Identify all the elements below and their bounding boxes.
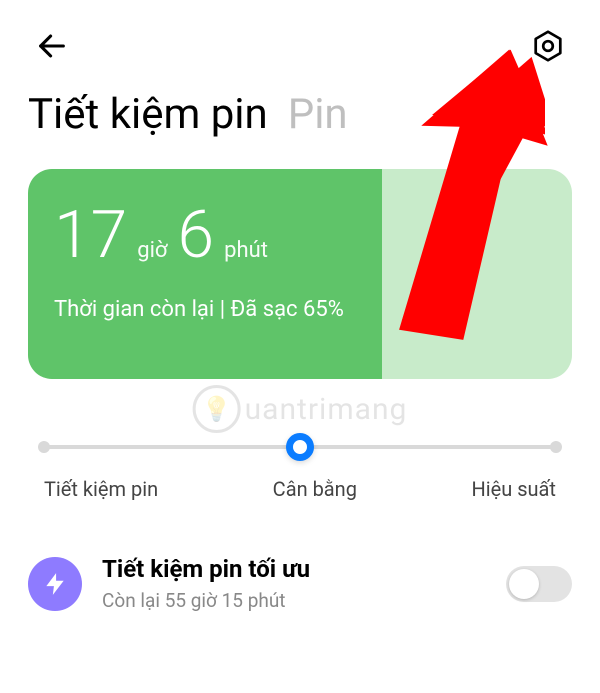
mode-slider[interactable] (44, 433, 556, 461)
optimal-saver-row[interactable]: Tiết kiệm pin tối ưu Còn lại 55 giờ 15 p… (28, 555, 572, 612)
battery-card-fill: 17 giờ 6 phút Thời gian còn lại | Đã sạc… (28, 169, 382, 379)
tab-bar: Tiết kiệm pin Pin (0, 80, 600, 159)
slider-label-balanced: Cân bằng (273, 477, 357, 501)
settings-button[interactable] (524, 22, 572, 70)
battery-status: Thời gian còn lại | Đã sạc 65% (54, 297, 356, 322)
tab-battery-saver[interactable]: Tiết kiệm pin (28, 90, 268, 139)
slider-stop-0 (38, 441, 50, 453)
tab-battery[interactable]: Pin (288, 90, 348, 139)
optimal-title: Tiết kiệm pin tối ưu (102, 555, 486, 583)
hours-unit: giờ (137, 238, 167, 263)
slider-label-saver: Tiết kiệm pin (44, 477, 158, 501)
slider-stop-2 (550, 441, 562, 453)
hours-value: 17 (54, 203, 127, 269)
watermark: 💡 uantrimang (193, 385, 408, 433)
minutes-unit: phút (224, 238, 268, 263)
minutes-value: 6 (178, 203, 215, 269)
back-button[interactable] (28, 22, 76, 70)
bolt-icon (28, 557, 82, 611)
toggle-knob (509, 569, 539, 599)
battery-card[interactable]: 17 giờ 6 phút Thời gian còn lại | Đã sạc… (28, 169, 572, 379)
back-arrow-icon (35, 29, 69, 63)
slider-label-performance: Hiệu suất (471, 477, 556, 501)
optimal-subtitle: Còn lại 55 giờ 15 phút (102, 589, 486, 612)
optimal-toggle[interactable] (506, 566, 572, 602)
slider-knob[interactable] (286, 433, 314, 461)
gear-icon (530, 28, 566, 64)
battery-card-rest (382, 169, 572, 379)
